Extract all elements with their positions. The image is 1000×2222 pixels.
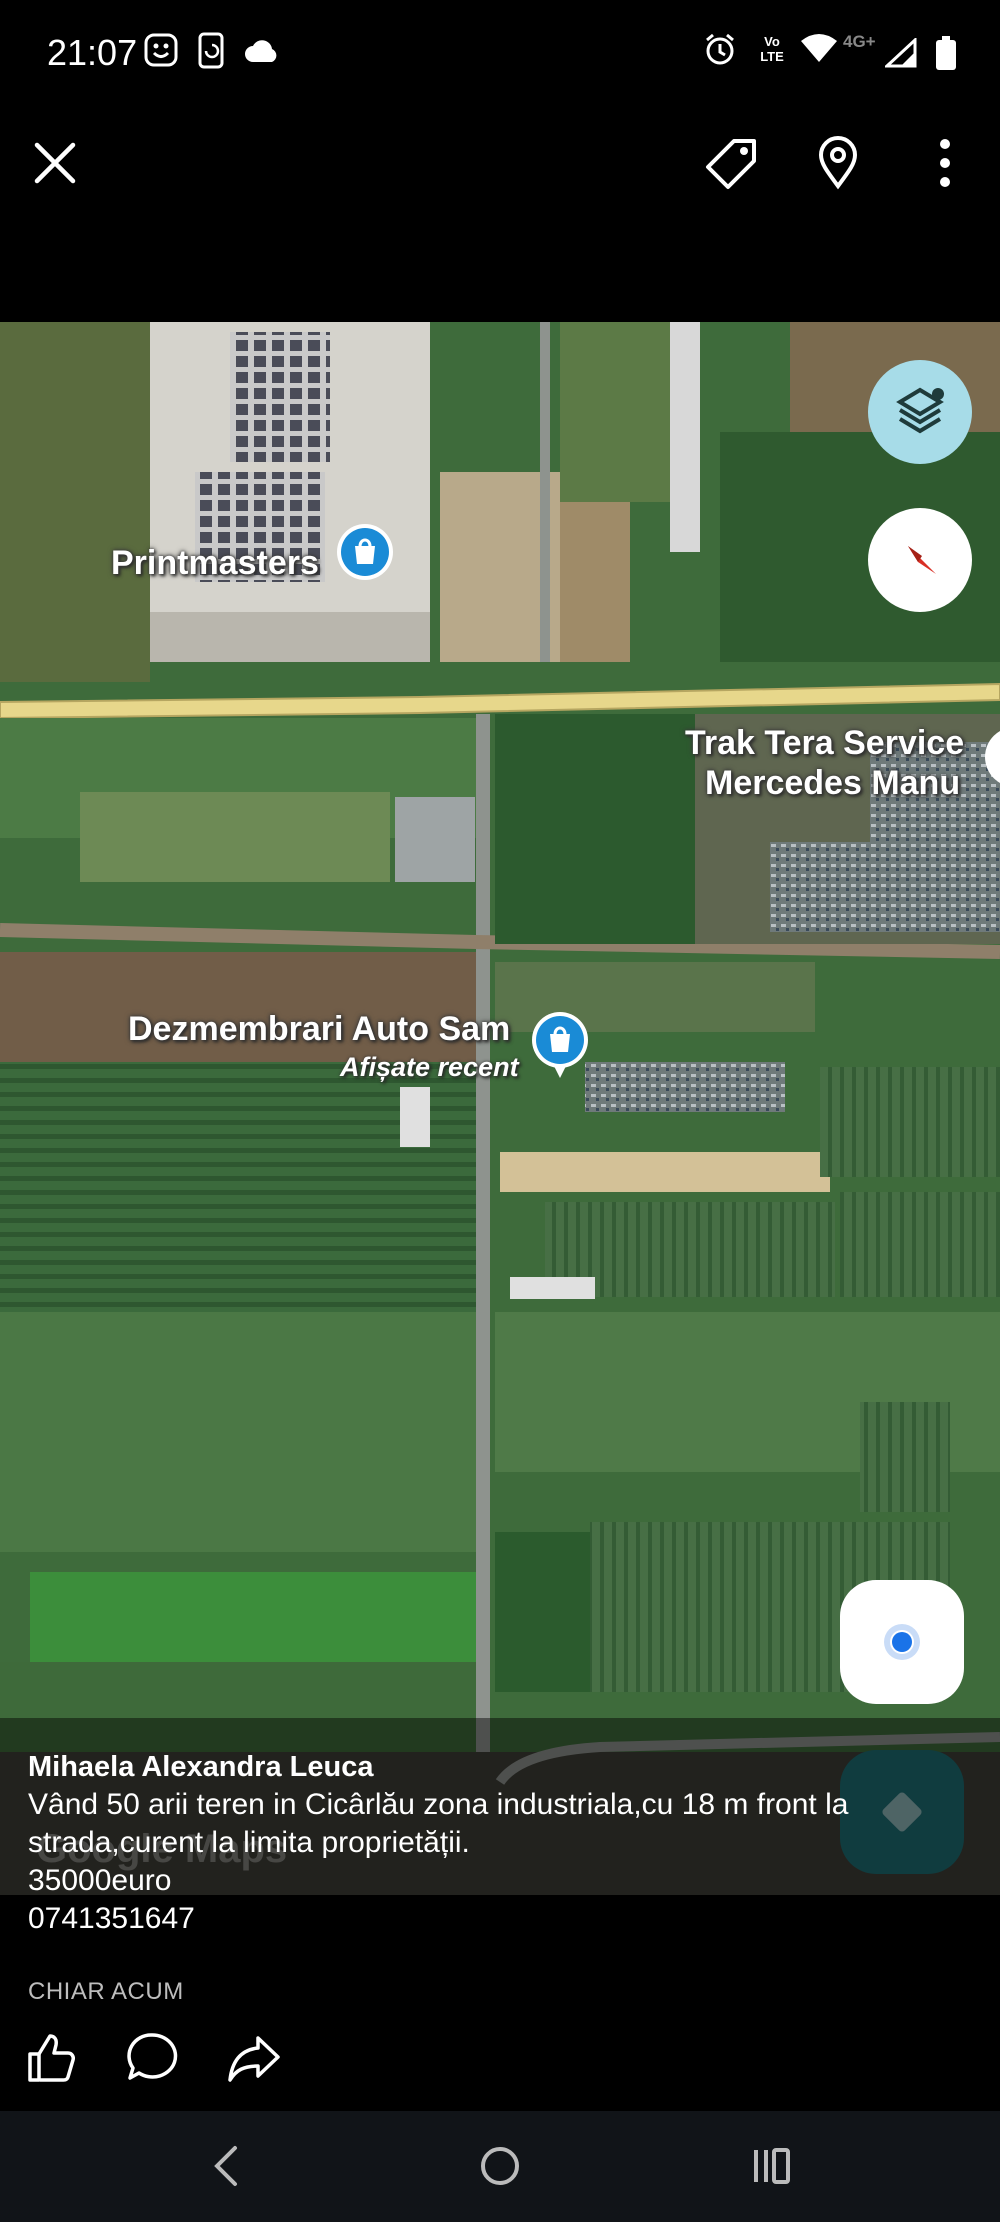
place-label: Mercedes Manu (705, 764, 961, 802)
recent-apps-icon (754, 2148, 790, 2184)
compass-icon (908, 546, 936, 574)
place-label: Dezmembrari Auto Sam (128, 1010, 511, 1048)
more-vertical-icon (940, 139, 950, 187)
map-layers-button[interactable] (868, 360, 972, 464)
alarm-icon (706, 33, 734, 65)
home-button[interactable] (470, 2136, 530, 2196)
place-sublabel: Afișate recent (340, 1052, 519, 1082)
tag-icon (706, 139, 756, 189)
more-options-button[interactable] (910, 128, 980, 198)
viewer-toolbar (0, 110, 1000, 220)
close-icon (34, 142, 76, 184)
location-button[interactable] (803, 128, 873, 198)
place-label: Printmasters (111, 544, 319, 582)
compass-button[interactable] (868, 508, 972, 612)
back-chevron-icon (214, 2146, 237, 2186)
battery-icon (936, 36, 956, 70)
wifi-icon (801, 34, 837, 62)
post-author[interactable]: Mihaela Alexandra Leuca (28, 1748, 373, 1786)
place-label: Trak Tera Service (685, 724, 965, 762)
post-time: CHIAR ACUM (28, 1978, 184, 2005)
post-phone[interactable]: 0741351647 (28, 1900, 195, 1938)
share-icon[interactable] (226, 2030, 282, 2086)
tag-button[interactable] (697, 128, 767, 198)
place-pin-icon[interactable] (530, 1010, 590, 1080)
back-button[interactable] (196, 2136, 256, 2196)
status-time: 21:07 (47, 32, 138, 73)
close-button[interactable] (20, 128, 90, 198)
post-description: Vând 50 arii teren in Cicârlău zona indu… (28, 1788, 849, 1859)
network-type-label: 4G+ (843, 32, 876, 51)
smiley-notification-icon (144, 33, 178, 67)
map-screenshot-image: Printmasters Trak Tera Service Mercedes … (0, 322, 1000, 1895)
volte-icon: Vo LTE (760, 34, 784, 64)
4g-signal-icon (885, 38, 917, 68)
recent-apps-button[interactable] (742, 2136, 802, 2196)
my-location-button[interactable] (840, 1580, 964, 1704)
post-price: 35000euro (28, 1864, 172, 1897)
place-pin-icon[interactable] (335, 522, 395, 592)
status-bar: 21:07 Vo LTE 4G+ (0, 0, 1000, 110)
location-pin-icon (818, 136, 858, 190)
comment-icon[interactable] (124, 2030, 180, 2086)
like-icon[interactable] (24, 2030, 80, 2086)
my-location-icon (884, 1624, 920, 1660)
layers-icon (896, 387, 944, 434)
phone-sync-icon (198, 32, 224, 69)
cloud-icon (245, 40, 277, 62)
home-circle-icon (481, 2147, 519, 2185)
